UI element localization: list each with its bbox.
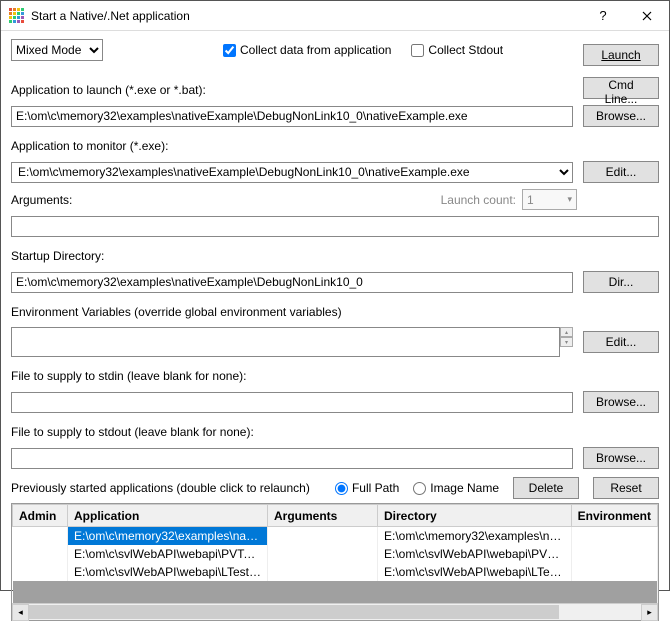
dir-button[interactable]: Dir... <box>583 271 659 293</box>
stdin-input[interactable] <box>11 392 573 413</box>
startup-dir-label: Startup Directory: <box>11 249 659 263</box>
full-path-radio[interactable]: Full Path <box>335 481 399 495</box>
scroll-thumb[interactable] <box>29 605 559 619</box>
app-monitor-label: Application to monitor (*.exe): <box>11 139 659 153</box>
app-icon <box>9 8 25 24</box>
collect-data-label: Collect data from application <box>240 43 391 57</box>
help-button[interactable]: ? <box>581 1 625 31</box>
edit-monitor-button[interactable]: Edit... <box>583 161 659 183</box>
mode-select[interactable]: Mixed Mode <box>11 39 103 61</box>
stdin-label: File to supply to stdin (leave blank for… <box>11 369 659 383</box>
col-application[interactable]: Application <box>68 505 268 527</box>
launch-button[interactable]: Launch <box>583 44 659 66</box>
up-icon: ▴ <box>560 327 573 337</box>
collect-stdout-label: Collect Stdout <box>428 43 503 57</box>
scroll-right-icon[interactable]: ▸ <box>641 604 658 621</box>
delete-button[interactable]: Delete <box>513 477 579 499</box>
scroll-left-icon[interactable]: ◂ <box>12 604 29 621</box>
env-vars-label: Environment Variables (override global e… <box>11 305 659 319</box>
col-directory[interactable]: Directory <box>378 505 572 527</box>
prev-apps-table[interactable]: Admin Application Arguments Directory En… <box>11 503 659 621</box>
collect-data-input[interactable] <box>223 44 236 57</box>
env-vars-input[interactable] <box>11 327 560 357</box>
horizontal-scrollbar[interactable]: ◂ ▸ <box>12 603 658 620</box>
close-icon <box>642 11 652 21</box>
arguments-label: Arguments: <box>11 193 72 207</box>
col-arguments[interactable]: Arguments <box>268 505 378 527</box>
window-title: Start a Native/.Net application <box>31 9 581 23</box>
title-bar: Start a Native/.Net application ? <box>1 1 669 31</box>
browse-launch-button[interactable]: Browse... <box>583 105 659 127</box>
col-environment[interactable]: Environment <box>571 505 657 527</box>
collect-stdout-checkbox[interactable]: Collect Stdout <box>411 43 503 57</box>
table-row[interactable]: E:\om\c\svlWebAPI\webapi\LTest\... E:\om… <box>13 563 658 581</box>
stdout-label: File to supply to stdout (leave blank fo… <box>11 425 659 439</box>
table-row[interactable]: E:\om\c\memory32\examples\nati... E:\om\… <box>13 527 658 546</box>
launch-count-value: 1 <box>527 193 534 207</box>
collect-data-checkbox[interactable]: Collect data from application <box>223 43 391 57</box>
table-row[interactable]: E:\om\c\svlWebAPI\webapi\PVTest... E:\om… <box>13 545 658 563</box>
col-admin[interactable]: Admin <box>13 505 68 527</box>
browse-stdout-button[interactable]: Browse... <box>583 447 659 469</box>
arguments-input[interactable] <box>11 216 659 237</box>
prev-apps-label: Previously started applications (double … <box>11 481 310 495</box>
collect-stdout-input[interactable] <box>411 44 424 57</box>
browse-stdin-button[interactable]: Browse... <box>583 391 659 413</box>
stdout-input[interactable] <box>11 448 573 469</box>
env-vars-spinner[interactable]: ▴ ▾ <box>560 327 573 357</box>
cmdline-button[interactable]: Cmd Line... <box>583 77 659 99</box>
edit-env-button[interactable]: Edit... <box>583 331 659 353</box>
down-icon: ▾ <box>560 337 573 347</box>
close-button[interactable] <box>625 1 669 31</box>
launch-count-label: Launch count: <box>441 193 516 207</box>
launch-count-select: 1 ▾ <box>522 189 577 210</box>
reset-button[interactable]: Reset <box>593 477 659 499</box>
table-empty-row <box>13 581 658 603</box>
app-monitor-select[interactable]: E:\om\c\memory32\examples\nativeExample\… <box>11 162 573 183</box>
startup-dir-input[interactable] <box>11 272 573 293</box>
app-launch-input[interactable] <box>11 106 573 127</box>
image-name-radio[interactable]: Image Name <box>413 481 499 495</box>
chevron-down-icon: ▾ <box>567 194 572 205</box>
app-launch-label: Application to launch (*.exe or *.bat): <box>11 83 573 97</box>
